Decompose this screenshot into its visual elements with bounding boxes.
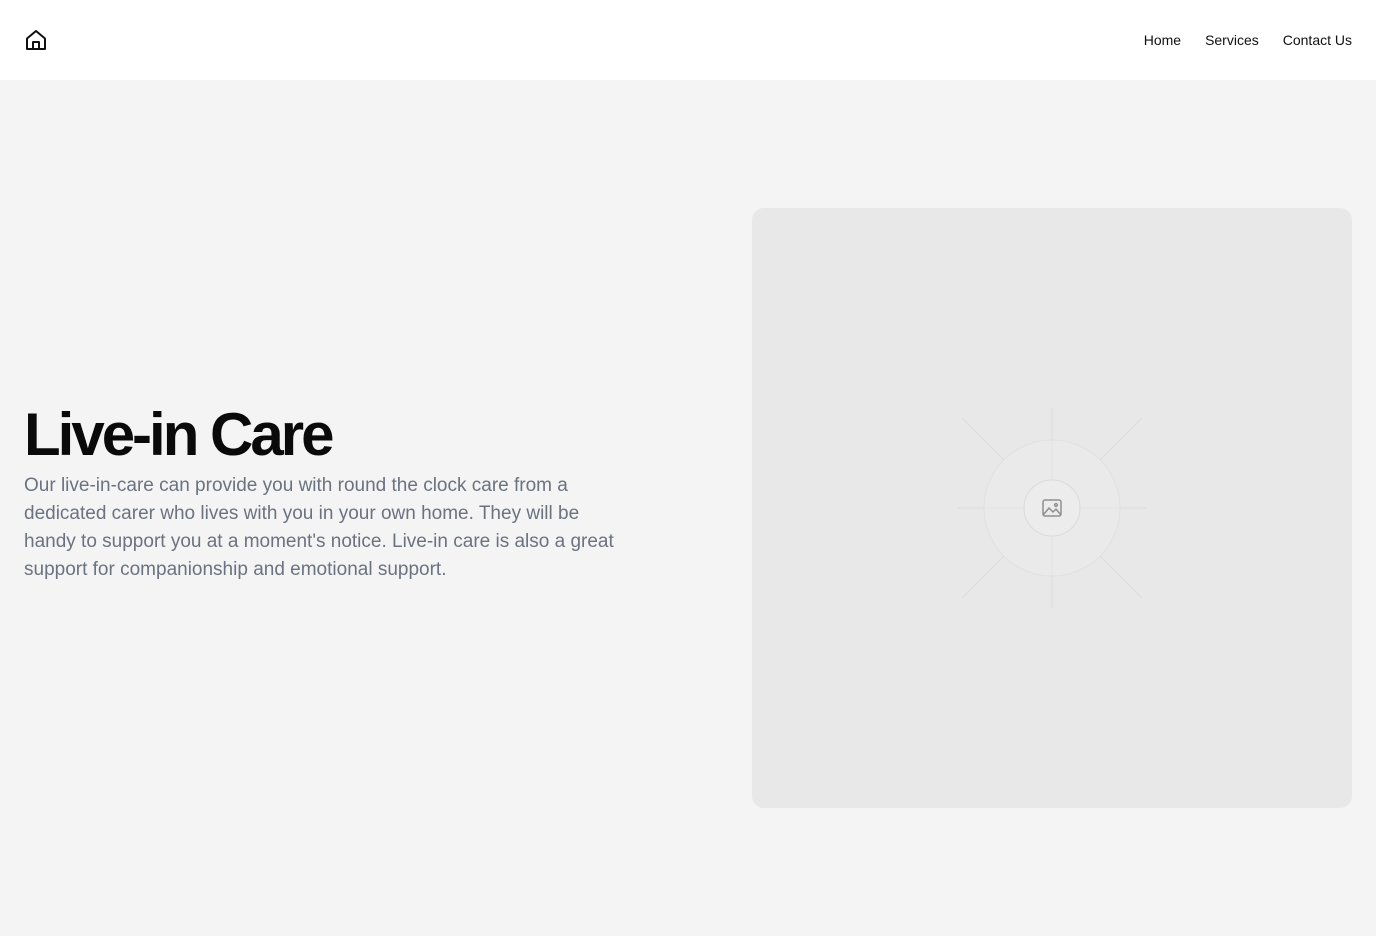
- site-header: Home Services Contact Us: [0, 0, 1376, 80]
- placeholder-graphic: [957, 408, 1147, 608]
- image-placeholder: [752, 208, 1352, 808]
- home-logo-link[interactable]: [24, 28, 48, 52]
- nav-contact-link[interactable]: Contact Us: [1283, 30, 1352, 50]
- nav-home-link[interactable]: Home: [1144, 30, 1181, 50]
- home-icon: [26, 30, 46, 50]
- nav-services-link[interactable]: Services: [1205, 30, 1259, 50]
- hero-description: Our live-in-care can provide you with ro…: [24, 475, 614, 580]
- hero-title: Live-in Care: [24, 401, 334, 468]
- main-nav: Home Services Contact Us: [1144, 30, 1352, 50]
